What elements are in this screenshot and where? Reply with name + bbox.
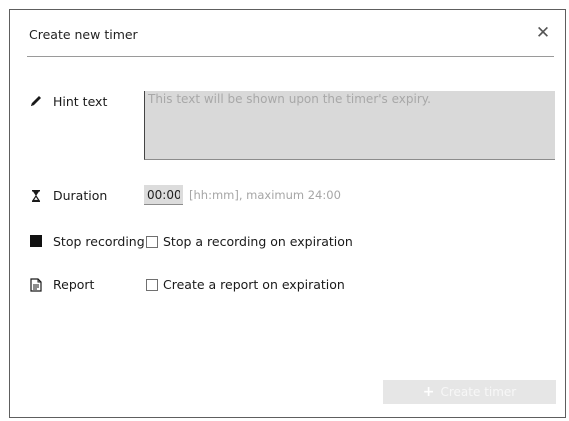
create-timer-button-label: Create timer xyxy=(440,385,517,399)
close-icon[interactable]: ✕ xyxy=(534,24,552,42)
hourglass-icon xyxy=(31,190,41,202)
report-checkbox-label[interactable]: Create a report on expiration xyxy=(163,277,345,292)
stop-recording-checkbox-label[interactable]: Stop a recording on expiration xyxy=(163,234,353,249)
document-icon xyxy=(30,278,42,292)
create-timer-button[interactable]: + Create timer xyxy=(383,380,556,404)
duration-input[interactable] xyxy=(144,185,183,205)
dialog-title: Create new timer xyxy=(29,27,138,42)
hint-text-label: Hint text xyxy=(53,94,108,109)
report-checkbox[interactable] xyxy=(146,279,158,291)
pencil-icon xyxy=(31,96,41,106)
stop-recording-label: Stop recording xyxy=(53,234,145,249)
duration-label: Duration xyxy=(53,188,108,203)
create-timer-dialog: Create new timer ✕ Hint text Duration [h… xyxy=(9,9,566,418)
title-divider xyxy=(27,56,554,57)
stop-square-icon xyxy=(30,235,42,247)
stop-recording-checkbox[interactable] xyxy=(146,236,158,248)
report-label: Report xyxy=(53,277,95,292)
plus-icon: + xyxy=(422,384,435,400)
duration-format-hint: [hh:mm], maximum 24:00 xyxy=(189,188,341,202)
hint-text-input[interactable] xyxy=(144,91,555,160)
